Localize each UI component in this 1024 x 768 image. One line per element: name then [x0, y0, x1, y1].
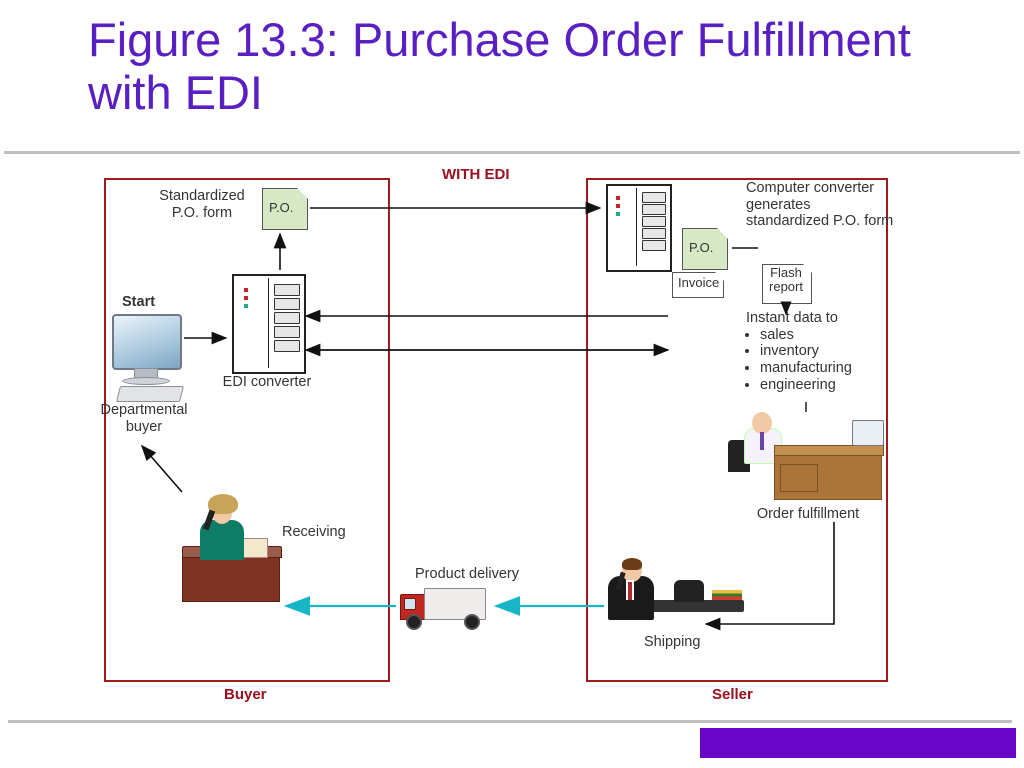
footer-bar	[700, 728, 1016, 758]
instant-data-item: manufacturing	[760, 360, 886, 377]
flash-report-label: Flash report	[764, 266, 808, 295]
invoice-label: Invoice	[678, 276, 719, 291]
seller-label: Seller	[712, 686, 753, 703]
receiving-label: Receiving	[282, 524, 346, 541]
edi-converter-label: EDI converter	[220, 374, 314, 391]
start-label: Start	[122, 294, 155, 311]
po-text-seller: P.O.	[689, 240, 713, 255]
keyboard-icon	[116, 386, 184, 402]
shipping-icon	[608, 560, 758, 634]
receiving-person-icon	[182, 482, 282, 602]
po-doc-buyer: P.O.	[262, 188, 308, 230]
instant-data-head: Instant data to	[746, 310, 886, 327]
instant-data-block: Instant data to sales inventory manufact…	[746, 310, 886, 393]
order-fulfillment-icon	[744, 412, 894, 508]
header-with-edi: WITH EDI	[442, 166, 510, 183]
instant-data-item: sales	[760, 327, 886, 344]
instant-data-item: inventory	[760, 343, 886, 360]
figure-title: Figure 13.3: Purchase Order Fulfillment …	[88, 14, 948, 119]
buyer-label: Buyer	[224, 686, 267, 703]
departmental-buyer-label: Departmental buyer	[92, 402, 196, 435]
edi-server-seller	[606, 184, 672, 272]
product-delivery-label: Product delivery	[404, 566, 530, 583]
standardized-po-label: Standardized P.O. form	[152, 188, 252, 221]
computer-converter-label: Computer converter generates standardize…	[746, 180, 896, 230]
divider-top	[4, 151, 1020, 154]
instant-data-item: engineering	[760, 377, 886, 394]
shipping-label: Shipping	[644, 634, 700, 651]
po-text-buyer: P.O.	[269, 200, 293, 215]
edi-server-buyer	[232, 274, 306, 374]
diagram-canvas: WITH EDI Buyer Seller Standardized P.O. …	[86, 166, 936, 711]
divider-bottom	[8, 720, 1012, 723]
po-doc-seller: P.O.	[682, 228, 728, 270]
order-fulfillment-label: Order fulfillment	[748, 506, 868, 523]
